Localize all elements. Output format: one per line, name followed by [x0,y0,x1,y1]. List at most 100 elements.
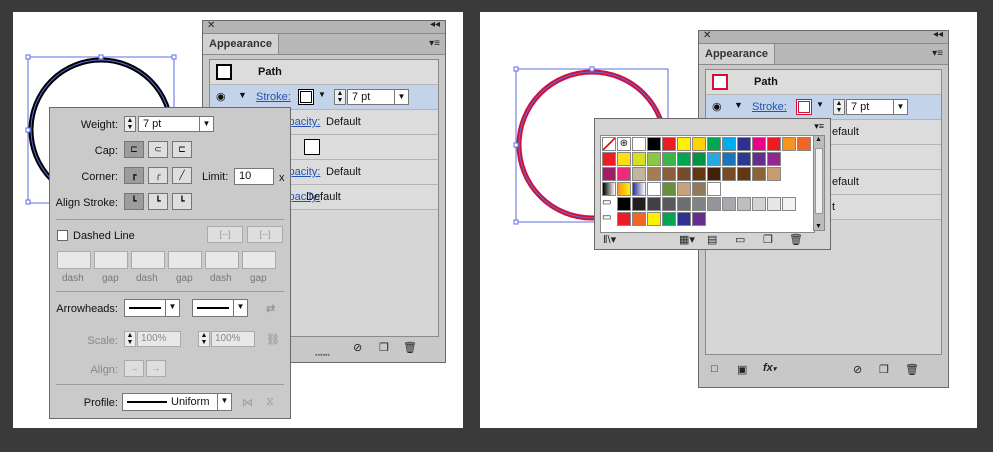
color-swatch[interactable] [617,152,631,166]
weight-stepper[interactable]: ▲ ▼ [124,116,136,132]
color-group-folder-icon[interactable]: ▭ [602,212,611,223]
color-swatch[interactable] [632,152,646,166]
disclosure-triangle-icon[interactable]: ▼ [734,100,743,110]
align-inside-button[interactable]: ┗ [148,193,168,210]
add-fill-icon[interactable]: ▣ [737,363,747,376]
new-swatch-icon[interactable]: ❐ [763,233,773,246]
fill-swatch-icon[interactable] [304,139,320,155]
color-swatch[interactable] [737,152,751,166]
color-swatch[interactable] [752,152,766,166]
color-swatch[interactable] [707,197,721,211]
resize-grip-icon[interactable]: ▪▪▪▪▪▪ [315,352,330,359]
color-swatch[interactable] [632,167,646,181]
color-swatch[interactable] [617,167,631,181]
color-swatch[interactable] [767,152,781,166]
color-swatch[interactable] [692,167,706,181]
scale-stepper-start[interactable]: ▲ ▼ [124,331,136,347]
flip-along-icon[interactable]: ⋈ [242,396,253,409]
color-swatch[interactable] [767,137,781,151]
scale-end-field[interactable]: 100% [211,331,255,347]
color-group-folder-icon[interactable]: ▭ [602,197,611,208]
round-join-button[interactable]: ╭ [148,167,168,184]
profile-dropdown[interactable]: Uniform ▼ [122,393,232,411]
color-swatch[interactable] [707,167,721,181]
appearance-row-object[interactable]: Path [706,70,941,95]
dash-field-2[interactable] [131,251,165,269]
swatch-options-icon[interactable]: ▤ [707,233,717,246]
stroke-swatch-icon[interactable] [796,99,812,115]
color-swatch[interactable] [767,197,781,211]
dash-field-3[interactable] [205,251,239,269]
color-swatch[interactable] [602,152,616,166]
panel-titlebar[interactable]: ✕ ◂◂ [203,19,445,34]
stroke-weight-dropdown[interactable]: 7 pt ▼ [347,89,409,105]
color-swatch[interactable] [722,197,736,211]
preserve-dash-button[interactable]: [--] [207,226,243,243]
color-swatch[interactable] [737,197,751,211]
butt-cap-button[interactable]: ⊏ [124,141,144,158]
swatch-libraries-icon[interactable]: ‖\▾ [603,233,616,246]
weight-dropdown[interactable]: 7 pt ▼ [138,116,214,132]
color-swatch[interactable] [662,152,676,166]
pattern-swatch[interactable] [617,182,631,196]
gap-field-2[interactable] [168,251,202,269]
swap-arrowheads-icon[interactable]: ⇄ [266,302,275,315]
chevron-down-icon[interactable]: ▼ [318,90,326,99]
color-swatch[interactable] [707,152,721,166]
chevron-down-icon[interactable]: ▼ [816,100,824,109]
link-scale-icon[interactable]: ⛓ [266,333,280,346]
place-arrow-button[interactable]: → [146,360,166,377]
color-swatch[interactable] [722,167,736,181]
appearance-row-stroke[interactable]: ◉ ▼ Stroke: ▼ ▲ ▼ 7 pt ▼ [706,95,941,120]
color-swatch[interactable] [647,137,661,151]
color-swatch[interactable] [692,137,706,151]
color-swatch[interactable] [752,167,766,181]
disclosure-triangle-icon[interactable]: ▼ [238,90,247,100]
color-swatch[interactable] [737,137,751,151]
projecting-cap-button[interactable]: ⊏ [172,141,192,158]
close-icon[interactable]: ✕ [207,20,215,31]
panel-menu-icon[interactable]: ▾≡ [429,38,440,49]
delete-swatch-icon[interactable]: 🗑 [789,233,803,246]
close-icon[interactable]: ✕ [703,30,711,41]
bevel-join-button[interactable]: ╱ [172,167,192,184]
start-arrowhead-dropdown[interactable]: ▼ [124,299,180,317]
new-color-group-icon[interactable]: ▭ [735,233,745,246]
weight-stepper[interactable]: ▲ ▼ [334,89,346,105]
scale-start-field[interactable]: 100% [137,331,181,347]
tab-appearance[interactable]: Appearance [203,34,279,54]
color-swatch[interactable] [602,167,616,181]
color-swatch[interactable] [782,137,796,151]
panel-titlebar[interactable]: ✕ ◂◂ [699,29,948,44]
trash-icon[interactable]: 🗑 [905,363,919,376]
align-outside-button[interactable]: ┗ [172,193,192,210]
collapse-icon[interactable]: ◂◂ [933,29,943,40]
color-swatch[interactable] [632,197,646,211]
dash-field-1[interactable] [57,251,91,269]
stroke-weight-dropdown[interactable]: 7 pt ▼ [846,99,908,115]
color-swatch[interactable] [662,212,676,226]
scale-stepper-end[interactable]: ▲ ▼ [198,331,210,347]
extend-arrow-button[interactable]: → [124,360,144,377]
weight-stepper[interactable]: ▲ ▼ [833,99,845,115]
limit-input[interactable]: 10 [234,168,274,185]
color-swatch[interactable] [752,197,766,211]
duplicate-item-icon[interactable]: ❐ [379,341,389,354]
color-swatch[interactable] [617,212,631,226]
eye-icon[interactable]: ◉ [216,90,226,103]
round-cap-button[interactable]: ⊂ [148,141,168,158]
color-swatch[interactable] [797,137,811,151]
pattern-swatch[interactable] [677,182,691,196]
color-swatch[interactable] [737,167,751,181]
color-swatch[interactable] [632,212,646,226]
color-swatch[interactable] [677,212,691,226]
color-swatch[interactable] [647,197,661,211]
trash-icon[interactable]: 🗑 [403,341,417,354]
color-swatch[interactable] [692,152,706,166]
color-swatch[interactable] [647,212,661,226]
color-swatch[interactable] [662,167,676,181]
color-swatch[interactable] [662,137,676,151]
collapse-icon[interactable]: ◂◂ [430,19,440,30]
color-swatch[interactable] [782,197,796,211]
color-swatch[interactable] [647,167,661,181]
